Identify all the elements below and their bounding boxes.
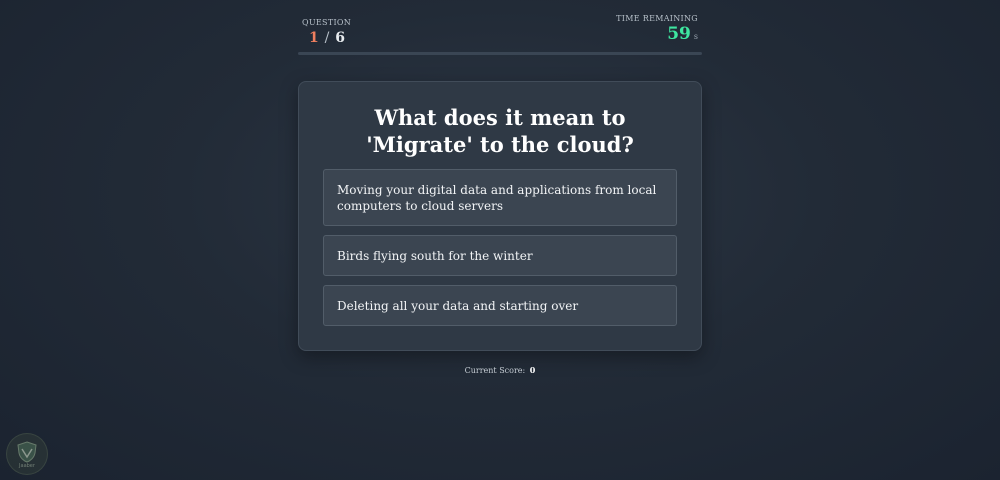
current-score: Current Score: 0 (0, 365, 1000, 375)
answer-option[interactable]: Moving your digital data and application… (323, 169, 677, 226)
shield-leaf-icon (17, 441, 37, 463)
question-current: 1 (309, 30, 319, 46)
time-value-wrap: 59 s (616, 24, 698, 44)
quiz-header: QUESTION 1 / 6 TIME REMAINING 59 s (298, 14, 702, 56)
watermark-badge: Jaaber (6, 433, 48, 475)
answer-option[interactable]: Birds flying south for the winter (323, 235, 677, 276)
timer: TIME REMAINING 59 s (616, 14, 698, 44)
question-label: QUESTION (302, 18, 352, 27)
badge-text: Jaaber (19, 463, 35, 469)
question-count: 1 / 6 (309, 30, 351, 46)
question-total: 6 (335, 30, 345, 46)
answer-option[interactable]: Deleting all your data and starting over (323, 285, 677, 326)
question-counter: QUESTION 1 / 6 (302, 18, 351, 46)
score-value: 0 (529, 365, 536, 375)
score-label: Current Score: (464, 366, 526, 375)
time-label: TIME REMAINING (616, 14, 698, 23)
question-text: What does it mean to 'Migrate' to the cl… (366, 105, 634, 157)
time-unit: s (693, 32, 698, 41)
question-card: What does it mean to 'Migrate' to the cl… (298, 81, 702, 351)
question-separator: / (324, 30, 330, 46)
time-value: 59 (667, 24, 691, 44)
progress-bar (298, 52, 702, 55)
